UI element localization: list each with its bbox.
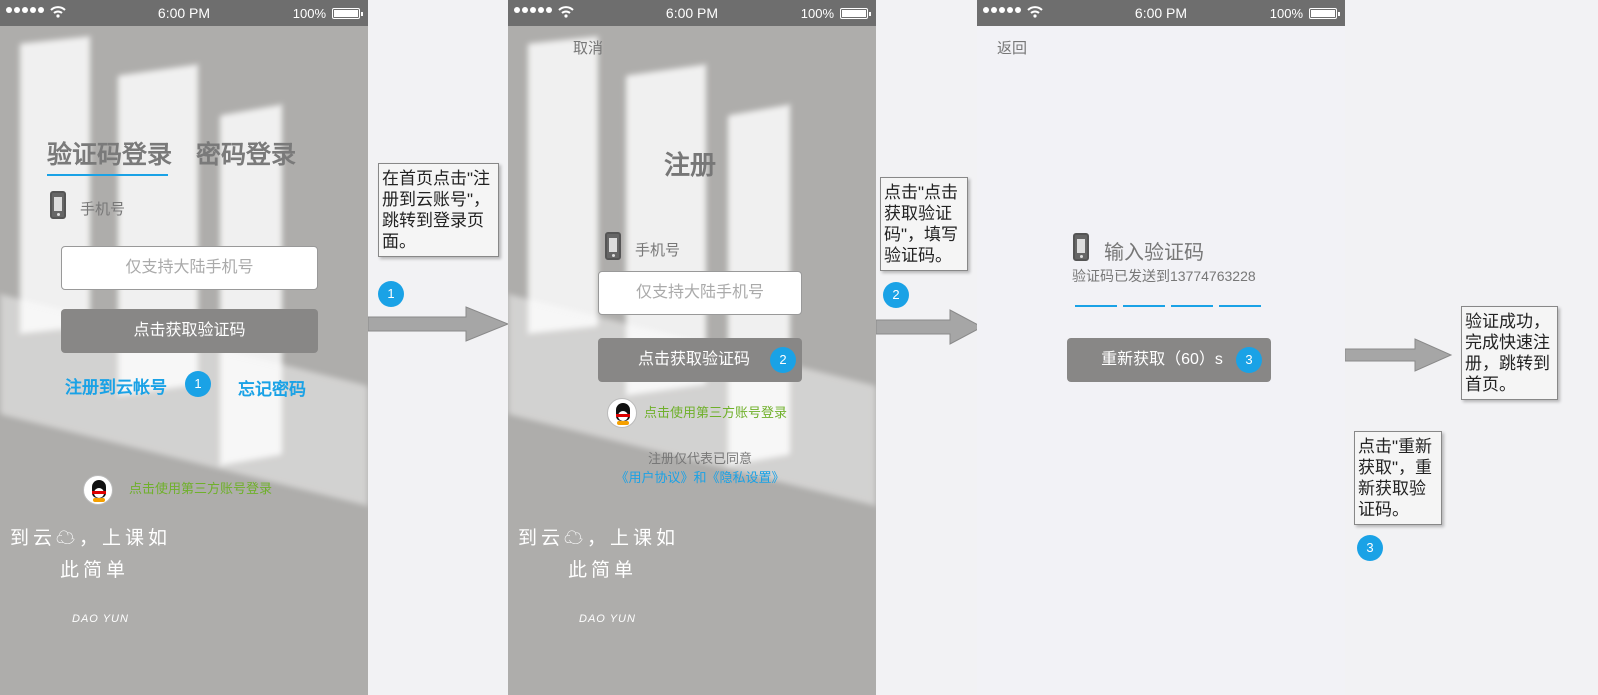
- prototype-canvas: 6:00 PM 100% 验证码登录 密码登录 手机号 仅支持大陆手机号 点击获…: [0, 0, 1598, 695]
- get-code-button[interactable]: 点击获取验证码: [61, 309, 318, 353]
- step-badge-2: 2: [883, 282, 909, 308]
- right-arrow-icon: [368, 306, 510, 342]
- tab-code-login[interactable]: 验证码登录: [47, 135, 172, 171]
- step-badge-2: 2: [770, 347, 796, 373]
- step-badge-3: 3: [1357, 535, 1383, 561]
- brand-text: DAO YUN: [72, 613, 129, 625]
- agreement-links[interactable]: 《用户协议》和《隐私设置》: [598, 467, 802, 486]
- right-arrow-icon: [1345, 338, 1453, 372]
- battery-percent: 100%: [800, 6, 834, 21]
- cancel-button[interactable]: 取消: [573, 37, 603, 58]
- phone-label: 手机号: [635, 242, 681, 259]
- window-light: [528, 36, 598, 334]
- login-screen: 6:00 PM 100% 验证码登录 密码登录 手机号 仅支持大陆手机号 点击获…: [0, 0, 368, 695]
- phone-input[interactable]: 仅支持大陆手机号: [598, 271, 802, 315]
- third-party-login-link[interactable]: 点击使用第三方账号登录: [644, 402, 787, 421]
- battery-icon: [840, 8, 871, 19]
- input-code-title: 输入验证码: [1104, 242, 1204, 264]
- step-badge-1: 1: [185, 371, 211, 397]
- step-badge-1: 1: [378, 281, 404, 307]
- slogan-line-1: 到云☁，上课如: [518, 527, 680, 549]
- back-button[interactable]: 返回: [997, 37, 1027, 58]
- annotation-note-1: 在首页点击"注册到云账号"，跳转到登录页面。: [378, 163, 499, 257]
- slogan-line-1: 到云☁，上课如: [10, 527, 172, 549]
- phone-icon: [605, 232, 621, 260]
- tab-active-underline: [47, 174, 168, 176]
- code-digit-slot[interactable]: [1123, 305, 1165, 307]
- status-bar: 6:00 PM 100%: [0, 0, 368, 26]
- code-digit-slot[interactable]: [1219, 305, 1261, 307]
- annotation-note-3: 点击"重新获取"，重新获取验证码。: [1354, 431, 1442, 525]
- phone-icon: [50, 191, 66, 219]
- register-link[interactable]: 注册到云帐号: [65, 373, 167, 398]
- status-bar: 6:00 PM 100%: [508, 0, 876, 26]
- phone-icon: [1073, 233, 1089, 261]
- battery-percent: 100%: [1269, 6, 1303, 21]
- slogan-line-2: 此简单: [60, 559, 130, 581]
- forgot-password-link[interactable]: 忘记密码: [238, 375, 306, 400]
- battery-percent: 100%: [292, 6, 326, 21]
- code-digit-slot[interactable]: [1171, 305, 1213, 307]
- register-screen: 6:00 PM 100% 取消 注册 手机号 仅支持大陆手机号 点击获取验证码 …: [508, 0, 876, 695]
- slogan-line-2: 此简单: [568, 559, 638, 581]
- right-arrow-icon: [876, 309, 984, 345]
- qq-penguin-icon[interactable]: [83, 475, 113, 505]
- battery-icon: [1309, 8, 1340, 19]
- qq-penguin-icon[interactable]: [607, 398, 637, 428]
- code-sent-text: 验证码已发送到13774763228: [1072, 268, 1256, 284]
- step-badge-3: 3: [1236, 347, 1262, 373]
- agreement-text: 注册仅代表已同意: [647, 451, 752, 466]
- page-title: 注册: [664, 150, 717, 180]
- annotation-note-4: 验证成功，完成快速注册，跳转到首页。: [1461, 306, 1558, 400]
- tab-password-login[interactable]: 密码登录: [196, 135, 296, 171]
- phone-label: 手机号: [80, 201, 126, 218]
- battery-icon: [332, 8, 363, 19]
- brand-text: DAO YUN: [579, 613, 636, 625]
- annotation-note-2: 点击"点击获取验证码"，填写验证码。: [880, 177, 968, 271]
- verify-code-screen: 6:00 PM 100% 返回 输入验证码 验证码已发送到13774763228…: [977, 0, 1345, 695]
- third-party-login-link[interactable]: 点击使用第三方账号登录: [129, 478, 272, 497]
- status-bar: 6:00 PM 100%: [977, 0, 1345, 26]
- code-digit-slot[interactable]: [1075, 305, 1117, 307]
- phone-input[interactable]: 仅支持大陆手机号: [61, 246, 318, 290]
